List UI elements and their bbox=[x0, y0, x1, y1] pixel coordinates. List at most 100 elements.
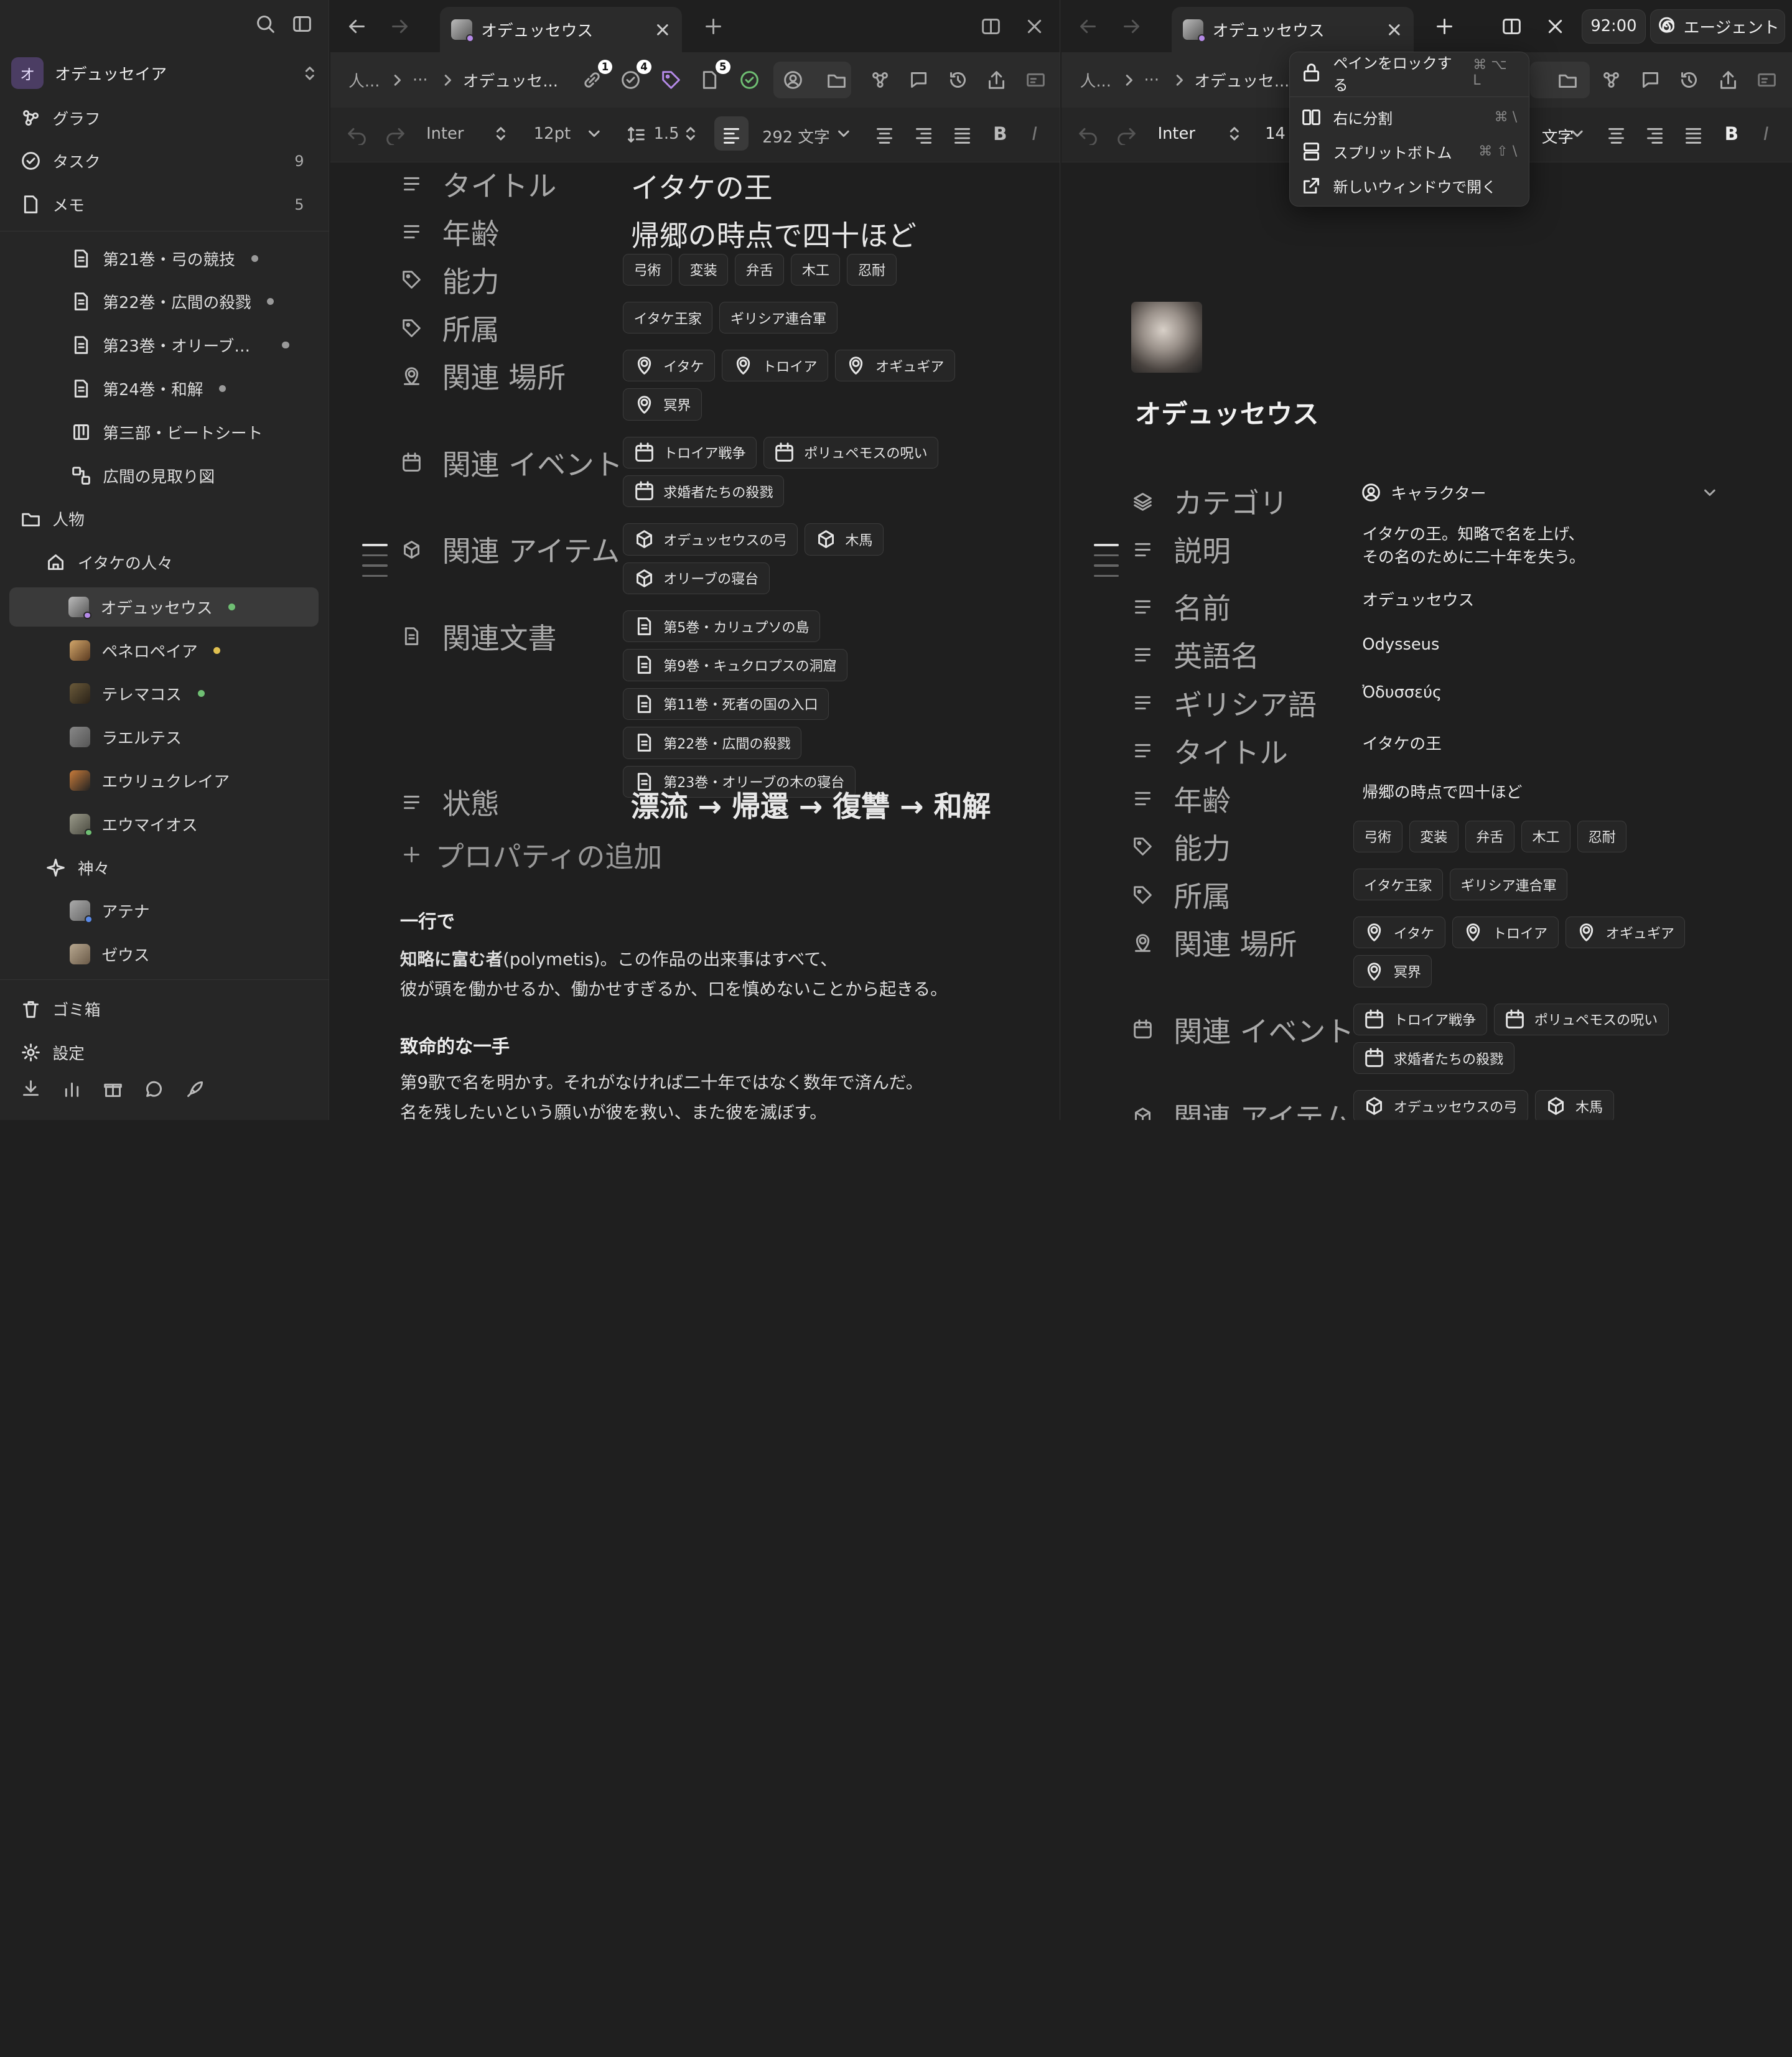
chip[interactable]: 第9巻・キュクロプスの洞窟 bbox=[622, 649, 848, 681]
share-icon[interactable] bbox=[986, 70, 1007, 90]
task-check-icon[interactable] bbox=[620, 70, 641, 90]
undo-icon[interactable] bbox=[347, 124, 367, 146]
chip[interactable]: トロイア bbox=[1452, 917, 1559, 949]
chip[interactable]: ポリュペモスの呪い bbox=[763, 436, 939, 469]
comment-icon[interactable] bbox=[908, 70, 929, 90]
chip[interactable]: ポリュペモスの呪い bbox=[1493, 1003, 1669, 1036]
chip[interactable]: 木馬 bbox=[1534, 1090, 1614, 1120]
bold-icon[interactable]: B bbox=[993, 123, 1007, 144]
italic-icon[interactable]: I bbox=[1032, 123, 1038, 144]
prop-value[interactable]: イタケの王 bbox=[631, 166, 773, 207]
tree-doc[interactable]: 第22巻・広間の殺戮 bbox=[0, 282, 329, 321]
chip[interactable]: トロイア bbox=[721, 350, 828, 382]
card-icon[interactable] bbox=[1757, 70, 1777, 90]
category-select[interactable]: キャラクター bbox=[1361, 481, 1717, 504]
tree-god[interactable]: アテナ bbox=[0, 892, 329, 930]
menu-item-split-bottom[interactable]: スプリットボトム ⌘ ⇧ \ bbox=[1301, 136, 1517, 167]
line-height-value[interactable]: 1.5 bbox=[654, 124, 679, 143]
person-circle-icon[interactable] bbox=[783, 70, 803, 90]
tree-folder-gods[interactable]: 神々 bbox=[0, 848, 329, 887]
align-center-icon[interactable] bbox=[874, 124, 895, 145]
rocket-icon[interactable] bbox=[185, 1079, 205, 1099]
comment-icon[interactable] bbox=[1640, 70, 1661, 90]
tree-canvas[interactable]: 広間の見取り図 bbox=[0, 456, 329, 495]
prop-value[interactable]: イタケの王。知略で名を上げ、 その名のために二十年を失う。 bbox=[1362, 523, 1585, 569]
breadcrumb-item[interactable]: ··· bbox=[1144, 71, 1160, 90]
chip[interactable]: イタケ王家 bbox=[1353, 868, 1443, 901]
chip[interactable]: 忍耐 bbox=[847, 253, 897, 286]
nav-trash[interactable]: ゴミ箱 bbox=[0, 990, 329, 1028]
undo-icon[interactable] bbox=[1078, 124, 1098, 146]
chip[interactable]: 弁舌 bbox=[1465, 820, 1514, 853]
chip[interactable]: ギリシア連合軍 bbox=[719, 301, 838, 334]
italic-icon[interactable]: I bbox=[1763, 123, 1769, 144]
forward-arrow-icon[interactable] bbox=[1121, 16, 1142, 37]
history-icon[interactable] bbox=[948, 70, 968, 90]
tab-odysseus[interactable]: オデュッセウス bbox=[440, 7, 683, 53]
chip[interactable]: 変装 bbox=[679, 253, 729, 286]
note-icon[interactable] bbox=[699, 70, 720, 90]
character-portrait[interactable] bbox=[1131, 301, 1203, 373]
search-icon[interactable] bbox=[255, 14, 276, 34]
word-count[interactable]: 292 文字 bbox=[762, 124, 830, 147]
chip[interactable]: オデュッセウスの弓 bbox=[1353, 1090, 1528, 1120]
chip[interactable]: イタケ bbox=[622, 350, 715, 382]
close-pane-icon[interactable] bbox=[1545, 16, 1566, 37]
chip[interactable]: ギリシア連合軍 bbox=[1449, 868, 1568, 901]
chip[interactable]: 第11巻・死者の国の入口 bbox=[622, 688, 829, 721]
tag-icon[interactable] bbox=[661, 70, 681, 90]
breadcrumb-item[interactable]: 人... bbox=[348, 68, 380, 91]
close-icon[interactable] bbox=[655, 22, 671, 38]
plus-icon[interactable] bbox=[1434, 16, 1455, 37]
chip[interactable]: 木馬 bbox=[805, 523, 884, 556]
close-icon[interactable] bbox=[1386, 22, 1402, 38]
page-title[interactable]: オデュッセウス bbox=[1135, 393, 1319, 431]
status-check-icon[interactable] bbox=[739, 70, 760, 90]
chip[interactable]: 冥界 bbox=[622, 388, 702, 421]
add-property-button[interactable]: プロパティの追加 bbox=[401, 834, 662, 875]
tab-odysseus[interactable]: オデュッセウス bbox=[1171, 7, 1414, 53]
font-select[interactable]: Inter bbox=[426, 124, 464, 143]
sidebar-toggle-icon[interactable] bbox=[292, 14, 312, 34]
chip[interactable]: 木工 bbox=[791, 253, 841, 286]
tree-folder-people[interactable]: 人物 bbox=[0, 500, 329, 538]
redo-icon[interactable] bbox=[1116, 124, 1137, 146]
tree-board[interactable]: 第三部・ビートシート bbox=[0, 413, 329, 451]
split-icon[interactable] bbox=[1501, 16, 1522, 37]
prop-value[interactable]: オデュッセウス bbox=[1362, 587, 1474, 610]
font-size-value[interactable]: 14 bbox=[1265, 124, 1286, 143]
tree-person-odysseus[interactable]: オデュッセウス bbox=[9, 587, 319, 627]
chip[interactable]: 第5巻・カリュプソの島 bbox=[622, 610, 821, 643]
folder-icon[interactable] bbox=[1557, 70, 1578, 90]
chip[interactable]: イタケ王家 bbox=[622, 301, 713, 334]
chip[interactable]: オデュッセウスの弓 bbox=[622, 523, 798, 556]
chip[interactable]: 木工 bbox=[1521, 820, 1571, 853]
download-icon[interactable] bbox=[21, 1079, 41, 1099]
graph-icon[interactable] bbox=[870, 70, 890, 90]
graph-icon[interactable] bbox=[1601, 70, 1622, 90]
prop-value[interactable]: 漂流 → 帰還 → 復讐 → 和解 bbox=[631, 784, 991, 825]
timer-display[interactable]: 92:00 bbox=[1581, 9, 1646, 44]
breadcrumb-item[interactable]: ··· bbox=[413, 71, 428, 90]
breadcrumb-item[interactable]: オデュッセ... bbox=[1194, 68, 1289, 91]
align-center-icon[interactable] bbox=[1606, 124, 1626, 145]
chip[interactable]: 求婚者たちの殺戮 bbox=[1353, 1042, 1514, 1075]
font-select[interactable]: Inter bbox=[1158, 124, 1195, 143]
chip[interactable]: 冥界 bbox=[1353, 955, 1432, 987]
nav-tasks[interactable]: タスク 9 bbox=[0, 142, 329, 180]
align-justify-icon[interactable] bbox=[952, 124, 973, 145]
tree-folder-ithaca[interactable]: イタケの人々 bbox=[0, 543, 329, 581]
folder-icon[interactable] bbox=[826, 70, 847, 90]
redo-icon[interactable] bbox=[385, 124, 406, 146]
align-right-icon[interactable] bbox=[1645, 124, 1665, 145]
tree-person[interactable]: エウリュクレイア bbox=[0, 761, 329, 800]
prop-value[interactable]: イタケの王 bbox=[1362, 731, 1442, 754]
history-icon[interactable] bbox=[1679, 70, 1699, 90]
chip[interactable]: 第22巻・広間の殺戮 bbox=[622, 727, 802, 759]
chip[interactable]: トロイア戦争 bbox=[1353, 1003, 1487, 1036]
align-justify-icon[interactable] bbox=[1683, 124, 1704, 145]
bold-icon[interactable]: B bbox=[1725, 123, 1738, 144]
chip[interactable]: トロイア戦争 bbox=[622, 436, 757, 469]
forward-arrow-icon[interactable] bbox=[390, 16, 410, 37]
chip[interactable]: イタケ bbox=[1353, 917, 1445, 949]
